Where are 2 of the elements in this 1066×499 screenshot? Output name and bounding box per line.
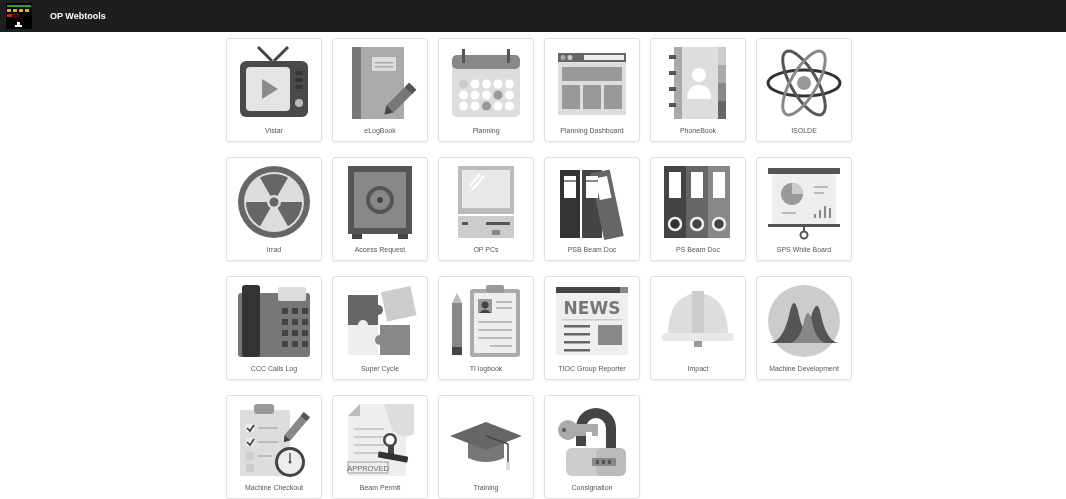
app-title: OP Webtools (50, 11, 106, 21)
logo-icon (6, 3, 32, 29)
